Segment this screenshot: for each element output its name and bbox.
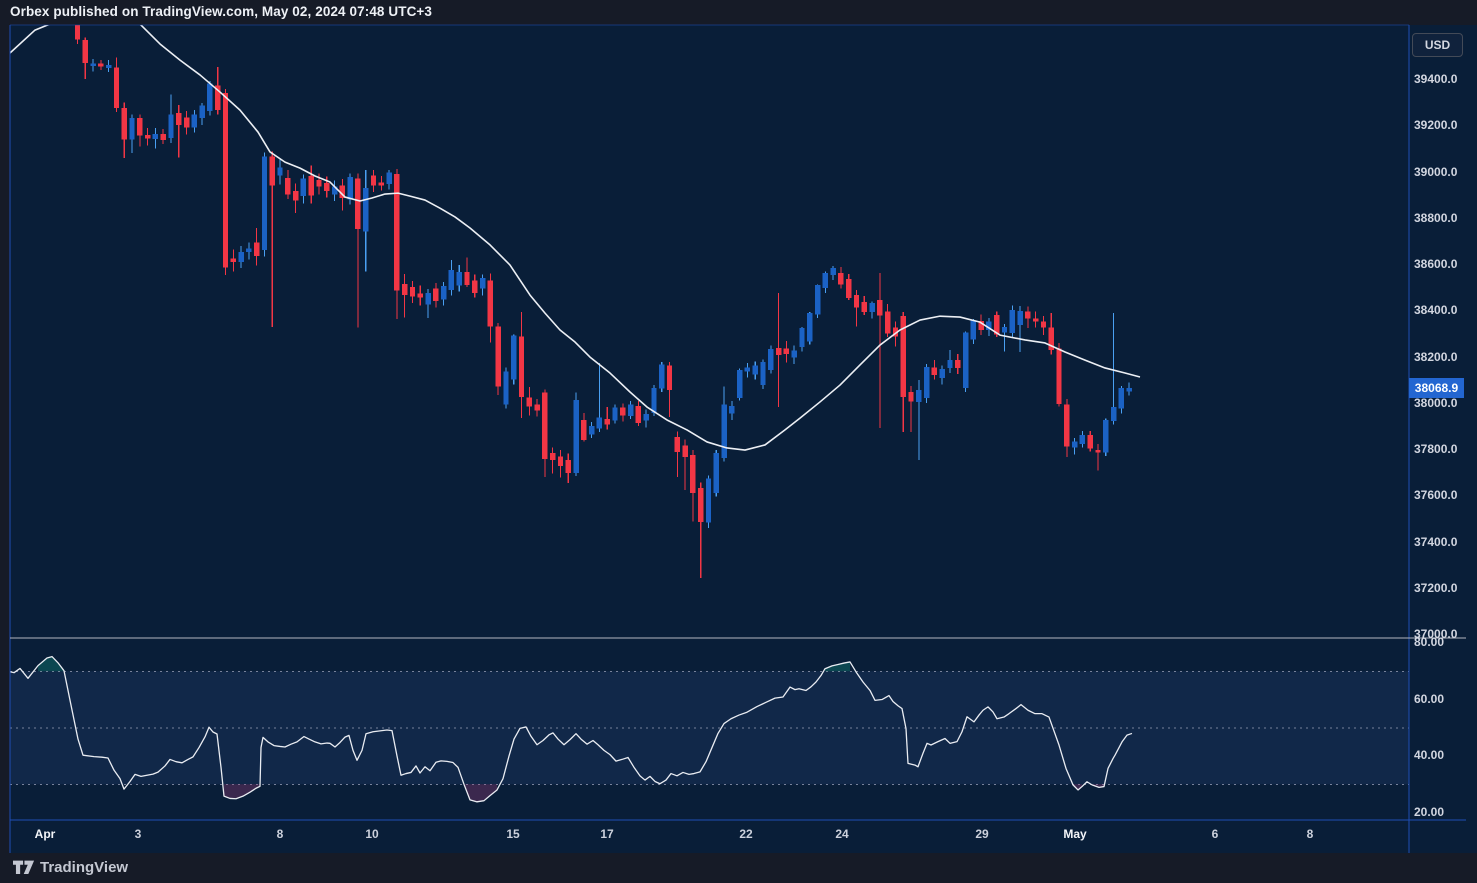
price-tick-label: 39400.0 [1414,72,1457,86]
time-tick-label: 15 [506,827,519,841]
footer-bar: TradingView [0,853,1477,883]
time-tick-label: 8 [277,827,284,841]
indicator-tick-label: 20.00 [1414,805,1444,819]
price-tick-label: 38600.0 [1414,257,1457,271]
price-tick-label: 39000.0 [1414,165,1457,179]
indicator-tick-label: 60.00 [1414,692,1444,706]
tradingview-logo-icon[interactable] [13,860,35,876]
time-tick-label: 6 [1212,827,1219,841]
time-tick-label: Apr [35,827,56,841]
indicator-tick-label: 40.00 [1414,748,1444,762]
time-tick-label: May [1063,827,1086,841]
currency-toggle-button[interactable]: USD [1412,33,1463,57]
time-tick-label: 24 [835,827,848,841]
tradingview-published-chart: Orbex published on TradingView.com, May … [0,0,1477,883]
time-tick-label: 17 [600,827,613,841]
time-tick-label: 8 [1307,827,1314,841]
time-tick-label: 22 [739,827,752,841]
price-tick-label: 39200.0 [1414,118,1457,132]
price-tick-label: 37200.0 [1414,581,1457,595]
price-tick-label: 37600.0 [1414,488,1457,502]
price-tick-label: 38400.0 [1414,303,1457,317]
time-tick-label: 10 [365,827,378,841]
indicator-tick-label: 80.00 [1414,635,1444,649]
time-tick-label: 3 [135,827,142,841]
time-tick-label: 29 [975,827,988,841]
price-tick-label: 38200.0 [1414,350,1457,364]
price-tick-label: 38800.0 [1414,211,1457,225]
tradingview-brand-link[interactable]: TradingView [40,859,128,876]
moving-average-line[interactable] [10,12,1140,450]
chart-plot-area[interactable] [0,0,1477,883]
price-tick-label: 37400.0 [1414,535,1457,549]
last-price-badge: 38068.9 [1409,378,1464,398]
price-tick-label: 37800.0 [1414,442,1457,456]
